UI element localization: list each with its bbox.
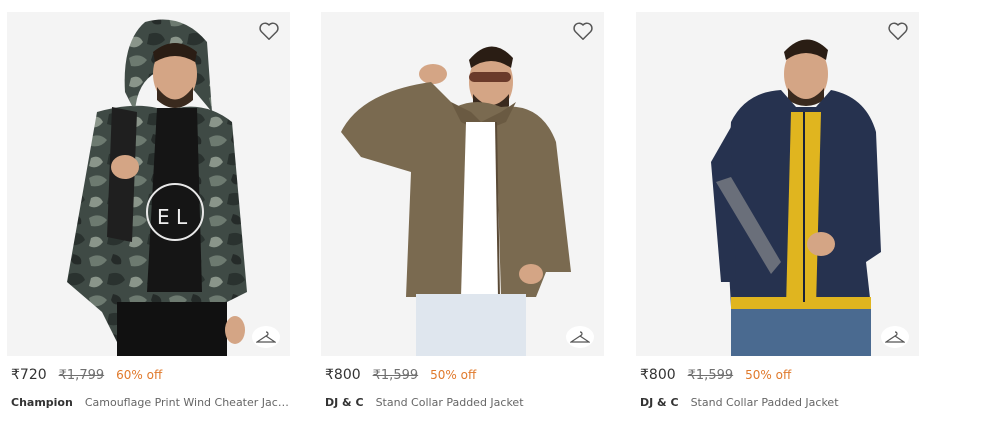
product-card[interactable]: ₹800 ₹1,599 50% off DJ & C Stand Collar … bbox=[321, 12, 604, 410]
price-row: ₹800 ₹1,599 50% off bbox=[321, 366, 604, 384]
model-photo bbox=[341, 46, 571, 356]
heart-icon[interactable] bbox=[258, 20, 280, 42]
product-title: Stand Collar Padded Jacket bbox=[375, 395, 524, 409]
price-row: ₹720 ₹1,799 60% off bbox=[7, 366, 290, 384]
original-price: ₹1,599 bbox=[687, 367, 734, 383]
product-card[interactable]: ₹800 ₹1,599 50% off DJ & C Stand Collar … bbox=[636, 12, 919, 410]
heart-icon[interactable] bbox=[572, 20, 594, 42]
hanger-icon[interactable] bbox=[252, 326, 280, 348]
model-photo bbox=[711, 39, 881, 356]
product-card[interactable]: E L ₹720 ₹1,799 60% off Champion Camoufl… bbox=[7, 12, 290, 410]
product-title: Stand Collar Padded Jacket bbox=[690, 395, 839, 409]
hanger-icon[interactable] bbox=[881, 326, 909, 348]
original-price: ₹1,799 bbox=[58, 367, 105, 383]
name-row[interactable]: DJ & C Stand Collar Padded Jacket bbox=[321, 394, 604, 410]
price: ₹800 bbox=[640, 367, 676, 383]
product-title: Camouflage Print Wind Cheater Jack… bbox=[84, 395, 290, 409]
product-image[interactable] bbox=[321, 12, 604, 356]
brand: Champion bbox=[11, 395, 73, 409]
price: ₹720 bbox=[11, 367, 47, 383]
product-image[interactable]: E L bbox=[7, 12, 290, 356]
svg-text:E L: E L bbox=[157, 205, 188, 229]
brand: DJ & C bbox=[640, 395, 679, 409]
product-image[interactable] bbox=[636, 12, 919, 356]
price-row: ₹800 ₹1,599 50% off bbox=[636, 366, 919, 384]
discount: 50% off bbox=[430, 368, 477, 382]
discount: 60% off bbox=[116, 368, 163, 382]
original-price: ₹1,599 bbox=[372, 367, 419, 383]
model-photo: E L bbox=[67, 19, 247, 356]
heart-icon[interactable] bbox=[887, 20, 909, 42]
price: ₹800 bbox=[325, 367, 361, 383]
name-row[interactable]: DJ & C Stand Collar Padded Jacket bbox=[636, 394, 919, 410]
discount: 50% off bbox=[745, 368, 792, 382]
hanger-icon[interactable] bbox=[566, 326, 594, 348]
name-row[interactable]: Champion Camouflage Print Wind Cheater J… bbox=[7, 394, 290, 410]
brand: DJ & C bbox=[325, 395, 364, 409]
